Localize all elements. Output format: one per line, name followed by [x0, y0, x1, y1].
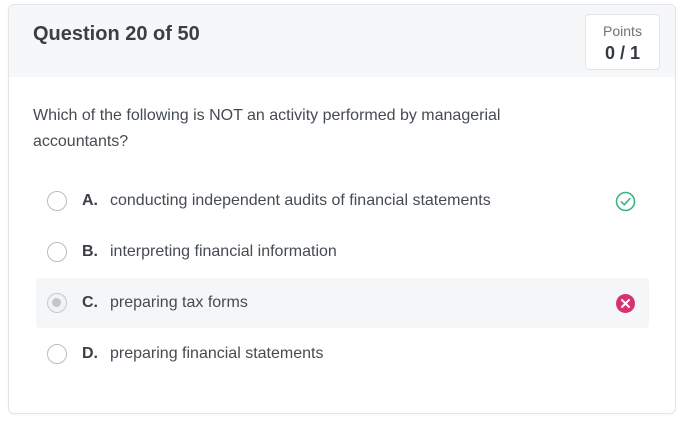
option-a[interactable]: A. conducting independent audits of fina… [36, 176, 649, 226]
check-circle-icon [615, 191, 636, 212]
option-letter: D. [82, 345, 98, 362]
option-c[interactable]: C. preparing tax forms [36, 278, 649, 328]
points-box: Points 0 / 1 [585, 14, 660, 70]
points-label: Points [603, 23, 642, 39]
option-text: preparing tax forms [110, 294, 248, 311]
radio-button-a[interactable] [47, 191, 67, 211]
option-b[interactable]: B. interpreting financial information [36, 227, 649, 277]
option-text: conducting independent audits of financi… [110, 192, 491, 209]
option-text: preparing financial statements [110, 345, 324, 362]
option-letter: B. [82, 243, 98, 260]
card-header: Question 20 of 50 Points 0 / 1 [9, 5, 675, 77]
option-text: interpreting financial information [110, 243, 337, 260]
radio-button-b[interactable] [47, 242, 67, 262]
option-letter: C. [82, 294, 98, 311]
question-card: Question 20 of 50 Points 0 / 1 Which of … [8, 4, 676, 414]
x-circle-icon [615, 293, 636, 314]
points-value: 0 / 1 [604, 43, 641, 63]
radio-button-d[interactable] [47, 344, 67, 364]
option-letter: A. [82, 192, 98, 209]
radio-button-c[interactable] [47, 293, 67, 313]
answer-options: A. conducting independent audits of fina… [36, 176, 649, 380]
question-text: Which of the following is NOT an activit… [33, 107, 501, 150]
question-title: Question 20 of 50 [33, 23, 200, 45]
option-d[interactable]: D. preparing financial statements [36, 329, 649, 379]
